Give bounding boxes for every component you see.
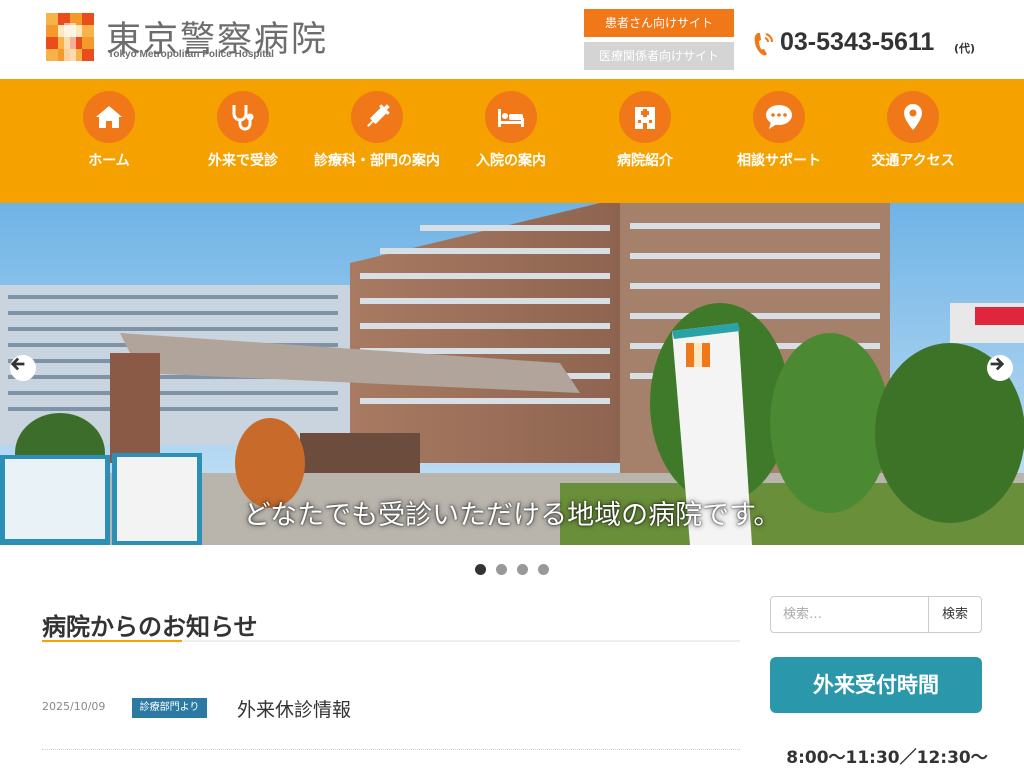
- map-pin-icon: [887, 91, 939, 143]
- nav-item-departments[interactable]: 診療科・部門の案内: [312, 91, 442, 173]
- nav-item-home[interactable]: ホーム: [44, 91, 174, 173]
- arrow-right-icon: [990, 357, 1005, 371]
- search-button[interactable]: 検索: [928, 596, 982, 633]
- slider-prev-button[interactable]: [10, 355, 36, 381]
- site-header: 東京警察病院 Tokyo Metropolitan Police Hospita…: [0, 0, 1024, 79]
- search-input[interactable]: [770, 596, 929, 633]
- nav-label: ホーム: [88, 153, 130, 169]
- phone-number: 03-5343-5611: [780, 28, 935, 56]
- slider-dot[interactable]: [496, 564, 507, 575]
- nav-item-access[interactable]: 交通アクセス: [848, 91, 978, 173]
- arrow-left-icon: [10, 357, 25, 371]
- news-date: 2025/10/09: [42, 700, 106, 713]
- phone-suffix: (代): [954, 42, 976, 55]
- slider-pagination: [0, 560, 1024, 575]
- nav-label: 相談サポート: [737, 153, 821, 169]
- news-item[interactable]: 2025/10/09 診療部門より 外来休診情報: [42, 690, 740, 750]
- news-title-accent: [42, 640, 182, 642]
- nav-item-outpatient[interactable]: 外来で受診: [178, 91, 308, 173]
- main-navigation: ホーム 外来で受診 診療科・部門の案内 入院の案内 病院紹介 相談サポート 交通…: [0, 79, 1024, 203]
- slider-dot[interactable]: [517, 564, 528, 575]
- outpatient-hours-button[interactable]: 外来受付時間: [770, 657, 982, 713]
- slider-next-button[interactable]: [987, 355, 1013, 381]
- nav-label: 外来で受診: [208, 153, 278, 169]
- stethoscope-icon: [217, 91, 269, 143]
- home-icon: [83, 91, 135, 143]
- medical-staff-site-button[interactable]: 医療関係者向けサイト: [584, 42, 734, 70]
- news-divider: [42, 749, 740, 750]
- logo-mark-icon: [46, 13, 94, 61]
- nav-label: 診療科・部門の案内: [314, 153, 440, 169]
- news-title-link[interactable]: 外来休診情報: [237, 695, 351, 722]
- nav-label: 入院の案内: [476, 153, 546, 169]
- nav-label: 病院紹介: [617, 153, 673, 169]
- nav-item-admission[interactable]: 入院の案内: [446, 91, 576, 173]
- hero-caption: どなたでも受診いただける地域の病院です。: [243, 500, 781, 531]
- phone-icon: [754, 33, 773, 56]
- slider-dot[interactable]: [475, 564, 486, 575]
- news-category-badge[interactable]: 診療部門より: [132, 698, 207, 718]
- site-logo[interactable]: 東京警察病院 Tokyo Metropolitan Police Hospita…: [46, 13, 346, 65]
- bed-icon: [485, 91, 537, 143]
- hospital-building-icon: [619, 91, 671, 143]
- nav-item-consultation[interactable]: 相談サポート: [714, 91, 844, 173]
- syringe-icon: [351, 91, 403, 143]
- slider-dot[interactable]: [538, 564, 549, 575]
- nav-item-about[interactable]: 病院紹介: [580, 91, 710, 173]
- hero-slider[interactable]: どなたでも受診いただける地域の病院です。: [0, 203, 1024, 545]
- news-section-title: 病院からのお知らせ: [42, 613, 258, 641]
- logo-english-text: Tokyo Metropolitan Police Hospital: [108, 49, 274, 60]
- outpatient-hours-text: 8:00〜11:30／12:30〜: [786, 748, 988, 768]
- patient-site-button[interactable]: 患者さん向けサイト: [584, 9, 734, 37]
- chat-bubble-icon: [753, 91, 805, 143]
- nav-label: 交通アクセス: [871, 153, 955, 169]
